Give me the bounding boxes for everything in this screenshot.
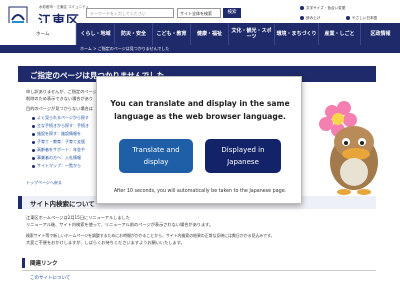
dialog-message: You can translate and display in the sam… (110, 99, 290, 121)
intro-text-3: 目的のページが見つからない場合は (26, 106, 93, 111)
intro-text-1: 申し訳ありませんが、ご指定のページ (26, 89, 97, 94)
search-button[interactable]: 検索 (223, 8, 241, 18)
list-item[interactable]: 主な手続きから探す：手続き (32, 123, 89, 129)
translate-and-display-button[interactable]: Translate and display (119, 139, 193, 173)
list-item[interactable]: 施設を探す：施設情報を (32, 131, 81, 137)
search-input[interactable]: キーワードを入力してください (86, 8, 174, 18)
easy-japanese-icon (346, 16, 350, 20)
breadcrumb[interactable]: ホーム > ご指定のページは見つかりませんでした (80, 46, 169, 52)
nav-home[interactable]: ホーム (0, 23, 76, 45)
global-nav: ホーム くらし・地域 防災・安全 こども・教育 健康・福祉 文化・観光・スポーツ… (0, 23, 400, 45)
display-in-japanese-button[interactable]: Displayed in Japanese (205, 139, 281, 173)
language-dialog: You can translate and display in the sam… (96, 76, 302, 204)
list-item[interactable]: よく見られるページから探す (32, 115, 89, 121)
section-text-1: 江東区ホームページは2月15日にリニューアルしました (26, 215, 130, 220)
nav-item-culture[interactable]: 文化・観光・スポーツ (228, 23, 274, 45)
text-size-icon (300, 6, 304, 10)
back-to-top-link[interactable]: トップページへ戻る (26, 180, 62, 186)
nav-item-living[interactable]: くらし・地域 (76, 23, 114, 45)
search-scope-select[interactable]: サイト全体を検索 (177, 8, 221, 18)
nav-item-education[interactable]: こども・教育 (152, 23, 190, 45)
section-text-4: 大変ご不便をおかけしますが、しばらくお待ちくださいますようお願いいたします。 (26, 240, 185, 245)
nav-item-safety[interactable]: 防災・安全 (114, 23, 152, 45)
nav-item-industry[interactable]: 産業・しごと (318, 23, 360, 45)
text-size-link[interactable]: 文字サイズ・色合い変更 (300, 6, 345, 11)
nav-item-environment[interactable]: 環境・まちづくり (274, 23, 318, 45)
mascot-illustration (319, 101, 378, 195)
easy-japanese-link[interactable]: やさしい日本語 (346, 16, 377, 21)
dialog-redirect-note: After 10 seconds, you will automatically… (113, 189, 287, 194)
speaker-icon (300, 16, 304, 20)
breadcrumb-bar: ホーム > ご指定のページは見つかりませんでした (0, 45, 400, 53)
list-item[interactable]: サイトマップ：一覧から (32, 163, 81, 169)
nav-item-health[interactable]: 健康・福祉 (190, 23, 228, 45)
divider (22, 270, 376, 271)
related-links-heading: 関連リンク (22, 258, 376, 268)
list-item[interactable]: 子育て・教育：子育て支援 (32, 139, 85, 145)
about-site-link[interactable]: このサイトについて (30, 275, 70, 281)
section-text-3: 検索サイト等で新しいホームページを調整するためにお時間がかかることから、サイト内… (26, 233, 275, 238)
list-item[interactable]: 事業者の方へ：入札情報 (32, 155, 81, 161)
list-item[interactable]: 高齢者をサポート：年金や (32, 147, 85, 153)
read-aloud-link[interactable]: 読み上げ (300, 16, 320, 21)
nav-menu: くらし・地域 防災・安全 こども・教育 健康・福祉 文化・観光・スポーツ 環境・… (76, 23, 400, 45)
nav-item-government[interactable]: 区政情報 (360, 23, 400, 45)
intro-text-2: 削除のため表示できない場合があり (26, 96, 94, 101)
section-text-2: リニューアル後、サイト内検索を使って、リニューアル前のページが表示されない場合が… (26, 222, 214, 227)
page: 水彩都市・江東区 コミュニティ 江東区 KOTO CITY キーワードを入力して… (0, 0, 400, 300)
